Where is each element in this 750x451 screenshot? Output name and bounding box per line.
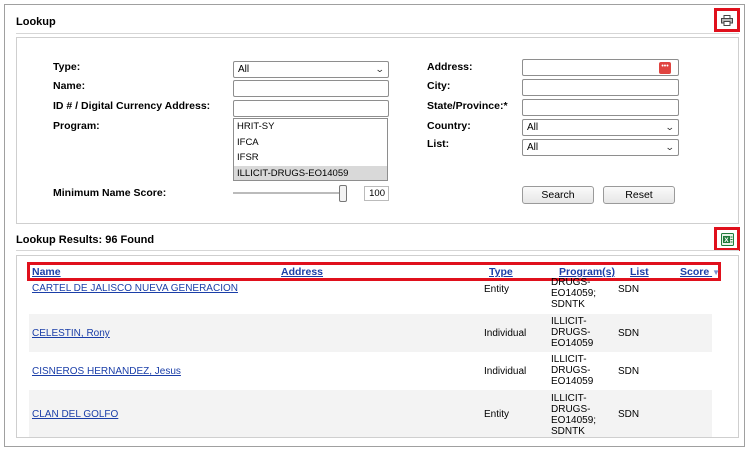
result-type: Individual	[484, 366, 527, 377]
table-row: CARTEL DE JALISCO NUEVA GENERACION Entit…	[29, 277, 712, 314]
table-row: CISNEROS HERNANDEZ, Jesus Individual ILL…	[29, 352, 712, 390]
type-select-value: All	[238, 64, 250, 75]
lookup-divider	[16, 33, 739, 34]
program-listbox[interactable]: HRIT-SY IFCA IFSR ILLICIT-DRUGS-EO14059	[233, 118, 388, 181]
city-input[interactable]	[522, 79, 679, 96]
country-label: Country:	[427, 120, 471, 132]
min-score-value[interactable]: 100	[364, 186, 389, 201]
program-option[interactable]: IFSR	[234, 150, 387, 166]
result-type: Individual	[484, 328, 527, 339]
column-header-type[interactable]: Type	[489, 266, 513, 278]
list-label: List:	[427, 138, 450, 150]
min-score-label: Minimum Name Score:	[53, 187, 167, 199]
print-icon	[721, 14, 733, 26]
id-input[interactable]	[233, 100, 389, 117]
result-name-link[interactable]: CELESTIN, Rony	[32, 328, 110, 339]
result-list: SDN	[618, 284, 640, 295]
result-name-link[interactable]: CLAN DEL GOLFO	[32, 409, 118, 420]
result-list: SDN	[618, 409, 640, 420]
sort-descending-icon: ▼	[712, 268, 721, 277]
address-label: Address:	[427, 61, 473, 73]
result-programs: ILLICIT- DRUGS- EO14059	[551, 354, 594, 387]
state-input[interactable]	[522, 99, 679, 116]
list-select-value: All	[527, 142, 539, 153]
result-list: SDN	[618, 366, 640, 377]
print-button[interactable]	[714, 8, 740, 32]
result-name-link[interactable]: CARTEL DE JALISCO NUEVA GENERACION	[32, 283, 238, 294]
program-option[interactable]: HRIT-SY	[234, 119, 387, 135]
result-type: Entity	[484, 284, 510, 295]
result-programs: ILLICIT- DRUGS- EO14059; SDNTK	[551, 393, 597, 437]
result-programs: DRUGS- EO14059; SDNTK	[551, 277, 597, 310]
chevron-down-icon: ⌄	[665, 142, 676, 152]
id-label: ID # / Digital Currency Address:	[53, 100, 211, 112]
min-score-slider-track[interactable]	[233, 192, 347, 194]
lookup-page: Lookup Type: All ⌄ Name: ID # / Digital …	[4, 4, 745, 447]
name-input[interactable]	[233, 80, 389, 97]
result-name-link[interactable]: CISNEROS HERNANDEZ, Jesus	[32, 366, 181, 377]
search-button[interactable]: Search	[522, 186, 594, 204]
type-select[interactable]: All ⌄	[233, 61, 389, 78]
country-select[interactable]: All ⌄	[522, 119, 679, 136]
column-header-address[interactable]: Address	[281, 266, 323, 278]
reset-button[interactable]: Reset	[603, 186, 675, 204]
min-score-slider-handle[interactable]	[339, 185, 347, 202]
address-input[interactable]	[522, 59, 679, 76]
result-list: SDN	[618, 328, 640, 339]
result-programs: ILLICIT- DRUGS- EO14059	[551, 316, 594, 349]
program-label: Program:	[53, 120, 100, 132]
results-divider	[16, 250, 739, 251]
table-row: CELESTIN, Rony Individual ILLICIT- DRUGS…	[29, 314, 712, 352]
city-label: City:	[427, 80, 451, 92]
column-header-score[interactable]: Score ▼	[680, 266, 720, 278]
result-type: Entity	[484, 409, 510, 420]
search-form: Type: All ⌄ Name: ID # / Digital Currenc…	[16, 37, 739, 224]
column-header-score-label: Score	[680, 266, 710, 278]
export-excel-button[interactable]: X	[714, 227, 740, 251]
country-select-value: All	[527, 122, 539, 133]
results-table: Name Address Type Program(s) List Score …	[16, 255, 739, 438]
excel-export-icon: X	[720, 232, 734, 246]
type-label: Type:	[53, 61, 81, 73]
lookup-title: Lookup	[16, 16, 56, 28]
results-header-row: Name Address Type Program(s) List Score …	[27, 262, 721, 281]
state-label: State/Province:*	[427, 100, 508, 112]
results-title: Lookup Results: 96 Found	[16, 234, 155, 246]
address-options-icon[interactable]: •••	[659, 62, 671, 74]
list-select[interactable]: All ⌄	[522, 139, 679, 156]
chevron-down-icon: ⌄	[375, 64, 386, 74]
chevron-down-icon: ⌄	[665, 122, 676, 132]
column-header-name[interactable]: Name	[32, 266, 61, 278]
name-label: Name:	[53, 80, 86, 92]
program-option[interactable]: IFCA	[234, 135, 387, 151]
program-option-selected[interactable]: ILLICIT-DRUGS-EO14059	[234, 165, 387, 180]
table-row: CLAN DEL GOLFO Entity ILLICIT- DRUGS- EO…	[29, 390, 712, 437]
svg-text:X: X	[724, 237, 729, 244]
column-header-list[interactable]: List	[630, 266, 649, 278]
